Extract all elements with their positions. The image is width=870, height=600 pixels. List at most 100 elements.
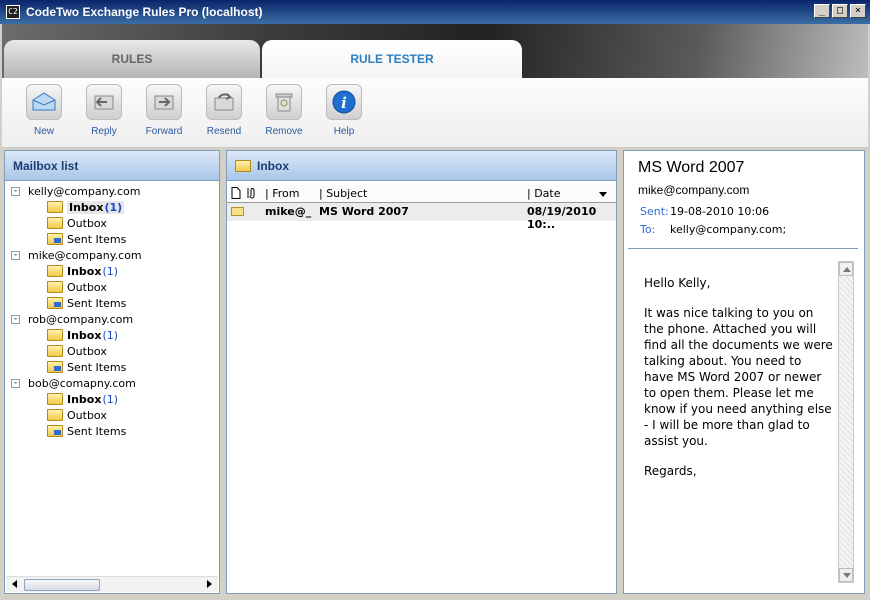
folder-label: Inbox(1) — [67, 328, 119, 342]
folder-label: Outbox — [67, 216, 107, 230]
message-preview-panel: MS Word 2007 mike@company.com Sent:19-08… — [623, 150, 865, 594]
resend-icon — [206, 84, 242, 120]
collapse-icon[interactable]: - — [11, 378, 20, 388]
account-node[interactable]: - mike@company.com — [11, 247, 219, 263]
account-node[interactable]: - kelly@company.com — [11, 183, 219, 199]
scroll-down-icon[interactable] — [839, 568, 853, 582]
reply-button[interactable]: Reply — [74, 84, 134, 137]
remove-button[interactable]: Remove — [254, 84, 314, 137]
resend-button[interactable]: Resend — [194, 84, 254, 137]
scroll-up-icon[interactable] — [839, 262, 853, 276]
column-from[interactable]: | From — [265, 187, 299, 200]
folder-label: Outbox — [67, 344, 107, 358]
account-name: mike@company.com — [28, 248, 142, 262]
app-icon: C2 — [6, 5, 20, 19]
help-icon: i — [326, 84, 362, 120]
folder-label: Outbox — [67, 280, 107, 294]
to-value: kelly@company.com; — [670, 223, 787, 236]
scroll-left-icon[interactable] — [12, 580, 17, 588]
tab-rules[interactable]: RULES — [4, 40, 260, 78]
body-paragraph: It was nice talking to you on the phone.… — [644, 306, 833, 448]
collapse-icon[interactable]: - — [11, 250, 20, 260]
horizontal-scrollbar[interactable] — [6, 576, 218, 592]
sort-desc-icon[interactable] — [599, 192, 607, 197]
minimize-button[interactable]: _ — [814, 4, 830, 18]
folder-sent-items[interactable]: Sent Items — [11, 423, 219, 439]
sent-items-folder-icon — [47, 297, 63, 309]
inbox-folder-icon — [47, 393, 63, 405]
mailbox-tree: - kelly@company.com Inbox(1) Outbox Sent… — [5, 181, 219, 439]
folder-label: Inbox(1) — [67, 200, 125, 214]
sent-label: Sent: — [640, 205, 669, 218]
new-button[interactable]: New — [14, 84, 74, 137]
message-list-header: | From | Subject | Date — [227, 185, 616, 203]
folder-inbox[interactable]: Inbox(1) — [11, 327, 219, 343]
toolbar: New Reply Forward Resend Remove i Help — [2, 78, 868, 148]
to-label: To: — [640, 223, 656, 236]
column-date[interactable]: | Date — [527, 187, 561, 200]
collapse-icon[interactable]: - — [11, 314, 20, 324]
inbox-title: Inbox — [257, 158, 289, 173]
scrollbar-thumb[interactable] — [24, 579, 100, 591]
tab-rule-tester[interactable]: RULE TESTER — [262, 40, 522, 78]
window-controls: _ □ × — [814, 4, 866, 18]
folder-label: Sent Items — [67, 296, 127, 310]
resend-label: Resend — [206, 126, 242, 137]
vertical-scrollbar[interactable] — [838, 261, 854, 583]
mailbox-list-title: Mailbox list — [5, 151, 219, 181]
folder-outbox[interactable]: Outbox — [11, 407, 219, 423]
unread-count: (1) — [102, 392, 119, 406]
inbox-folder-icon — [47, 265, 63, 277]
folder-label: Inbox(1) — [67, 264, 119, 278]
preview-meta: Sent:19-08-2010 10:06 To: kelly@company.c… — [640, 203, 864, 239]
preview-subject: MS Word 2007 — [638, 159, 745, 176]
collapse-icon[interactable]: - — [11, 186, 20, 196]
sent-items-folder-icon — [47, 361, 63, 373]
envelope-icon — [231, 207, 244, 216]
document-icon[interactable] — [231, 187, 241, 202]
attachment-icon[interactable] — [247, 187, 257, 202]
sent-items-folder-icon — [47, 425, 63, 437]
account-name: rob@company.com — [28, 312, 134, 326]
preview-sender: mike@company.com — [638, 183, 750, 197]
unread-count: (1) — [102, 264, 119, 278]
title-bar: C2 CodeTwo Exchange Rules Pro (localhost… — [0, 0, 870, 24]
divider — [628, 248, 858, 249]
folder-outbox[interactable]: Outbox — [11, 343, 219, 359]
help-button[interactable]: i Help — [314, 84, 374, 137]
folder-sent-items[interactable]: Sent Items — [11, 231, 219, 247]
maximize-button[interactable]: □ — [832, 4, 848, 18]
folder-outbox[interactable]: Outbox — [11, 279, 219, 295]
forward-button[interactable]: Forward — [134, 84, 194, 137]
close-button[interactable]: × — [850, 4, 866, 18]
folder-inbox[interactable]: Inbox(1) — [11, 199, 219, 215]
inbox-folder-icon — [47, 201, 63, 213]
folder-label: Sent Items — [67, 360, 127, 374]
folder-outbox[interactable]: Outbox — [11, 215, 219, 231]
folder-sent-items[interactable]: Sent Items — [11, 295, 219, 311]
mailbox-list-panel: Mailbox list - kelly@company.com Inbox(1… — [4, 150, 220, 594]
folder-label: Sent Items — [67, 232, 127, 246]
body-paragraph: Regards, — [644, 464, 697, 478]
folder-label: Sent Items — [67, 424, 127, 438]
header-banner: RULES RULE TESTER — [2, 24, 868, 78]
scroll-right-icon[interactable] — [207, 580, 212, 588]
reply-icon — [86, 84, 122, 120]
account-node[interactable]: - bob@comapny.com — [11, 375, 219, 391]
forward-icon — [146, 84, 182, 120]
outbox-folder-icon — [47, 281, 63, 293]
sent-value: 19-08-2010 10:06 — [670, 205, 770, 218]
account-node[interactable]: - rob@company.com — [11, 311, 219, 327]
body-paragraph: Hello Kelly, — [644, 276, 711, 290]
folder-sent-items[interactable]: Sent Items — [11, 359, 219, 375]
message-body: Hello Kelly, It was nice talking to you … — [644, 275, 834, 493]
help-label: Help — [333, 126, 355, 137]
message-subject: MS Word 2007 — [319, 205, 409, 218]
remove-icon — [266, 84, 302, 120]
column-subject[interactable]: | Subject — [319, 187, 367, 200]
message-row[interactable]: mike@_ MS Word 2007 08/19/2010 10:.. — [227, 203, 616, 231]
folder-inbox[interactable]: Inbox(1) — [11, 263, 219, 279]
unread-count: (1) — [104, 200, 123, 214]
folder-inbox[interactable]: Inbox(1) — [11, 391, 219, 407]
inbox-panel: Inbox | From | Subject | Date mike@_ MS … — [226, 150, 617, 594]
